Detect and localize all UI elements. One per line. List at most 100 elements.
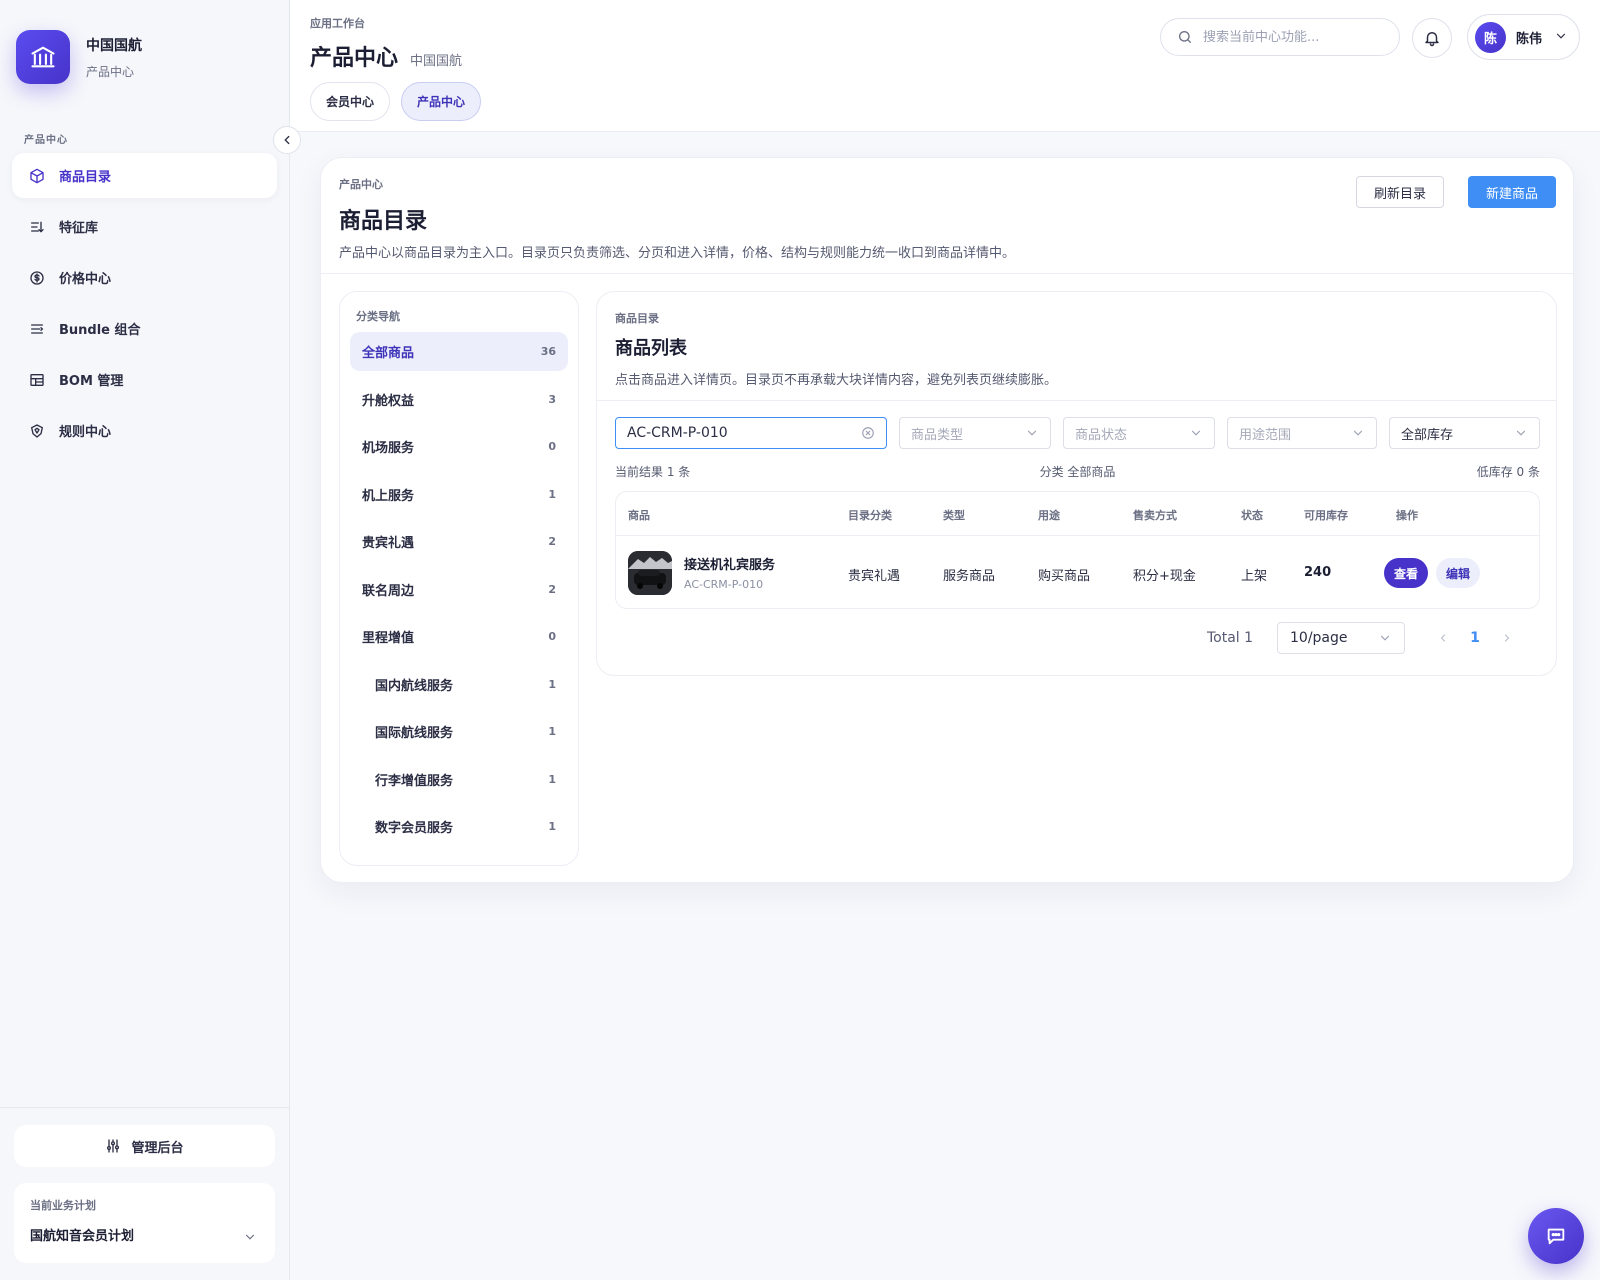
product-type-select[interactable]: 商品类型: [899, 417, 1051, 449]
subcategory-item[interactable]: 数字会员服务 1: [350, 807, 568, 846]
chevron-right-icon: [1505, 634, 1510, 642]
category-label: 机场服务: [362, 441, 415, 456]
section-label: 产品中心: [339, 178, 383, 191]
category-label: 机上服务: [362, 488, 415, 504]
select-placeholder: 商品状态: [1075, 427, 1128, 443]
category-label: 国内航线服务: [375, 678, 454, 694]
stock-select[interactable]: 全部库存: [1389, 417, 1540, 449]
sidebar-item-features[interactable]: 特征库: [12, 204, 277, 249]
page-size-select[interactable]: 10/page: [1277, 622, 1405, 654]
catalog-card: 产品中心 商品目录 产品中心以商品目录为主入口。目录页只负责筛选、分页和进入详情…: [320, 157, 1574, 883]
top-header: 应用工作台 产品中心 中国国航 会员中心 产品中心 陈 陈伟: [290, 0, 1600, 132]
brand-name: 中国国航: [86, 37, 142, 54]
divider: [321, 273, 1573, 274]
list-title: 商品列表: [615, 338, 687, 359]
bell-icon: [1425, 32, 1439, 47]
low-stock-count: 低库存 0 条: [1476, 465, 1540, 479]
sliders-icon: [107, 1139, 120, 1153]
search-icon: [1179, 31, 1191, 43]
category-count: 1: [548, 677, 556, 691]
next-page-button[interactable]: [1491, 632, 1523, 644]
usage-scope-select[interactable]: 用途范围: [1227, 417, 1377, 449]
plan-selector[interactable]: 当前业务计划 国航知音会员计划: [14, 1183, 275, 1263]
product-name[interactable]: 接送机礼宾服务: [684, 554, 775, 573]
column-header: 目录分类: [848, 509, 892, 522]
category-panel-label: 分类导航: [356, 310, 400, 323]
sidebar-item-bundle[interactable]: Bundle 组合: [12, 306, 277, 351]
category-label: 数字会员服务: [375, 821, 454, 836]
category-item[interactable]: 机场服务 0: [350, 427, 568, 466]
sidebar-item-pricing[interactable]: 价格中心: [12, 255, 277, 300]
center-tabs: 会员中心 产品中心: [310, 82, 492, 121]
category-item[interactable]: 联名周边 2: [350, 570, 568, 609]
product-status-select[interactable]: 商品状态: [1063, 417, 1215, 449]
page-title: 产品中心: [310, 46, 399, 71]
category-item[interactable]: 全部商品 36: [350, 332, 568, 371]
category-item[interactable]: 升舱权益 3: [350, 380, 568, 419]
category-count: 1: [548, 772, 556, 786]
sidebar-item-catalog[interactable]: 商品目录: [12, 153, 277, 198]
breadcrumb[interactable]: 应用工作台: [310, 15, 365, 31]
view-button[interactable]: 查看: [1384, 558, 1428, 588]
product-type: 服务商品: [943, 569, 996, 584]
sidebar-item-bom[interactable]: BOM 管理: [12, 357, 277, 402]
pagination: Total 1 10/page 1: [1207, 622, 1537, 654]
category-count: 0: [548, 440, 556, 453]
category-item[interactable]: 贵宾礼遇 2: [350, 522, 568, 561]
sidebar-nav: 商品目录 特征库 价格中心 Bundle 组合 BOM 管理 规则中心: [12, 153, 277, 459]
refresh-catalog-button[interactable]: 刷新目录: [1356, 176, 1444, 208]
notifications-button[interactable]: [1412, 18, 1452, 58]
clear-icon[interactable]: [861, 426, 875, 440]
subcategory-item[interactable]: 国际航线服务 1: [350, 712, 568, 751]
category-label: 联名周边: [362, 583, 415, 599]
edit-button[interactable]: 编辑: [1436, 558, 1480, 588]
sidebar-collapse-button[interactable]: [273, 126, 301, 154]
column-header: 售卖方式: [1133, 509, 1177, 522]
tab-member-center[interactable]: 会员中心: [310, 82, 391, 121]
subcategory-item[interactable]: 国内航线服务 1: [350, 665, 568, 704]
column-header: 操作: [1396, 509, 1418, 522]
product-search-input[interactable]: AC-CRM-P-010: [615, 417, 887, 449]
admin-button-label: 管理后台: [131, 1140, 184, 1156]
search-input[interactable]: [1203, 29, 1383, 45]
product-stock: 240: [1304, 565, 1332, 580]
list-icon: [28, 320, 46, 338]
page-size-value: 10/page: [1290, 630, 1348, 646]
chat-button[interactable]: [1528, 1208, 1584, 1264]
chat-icon: [1547, 1228, 1565, 1245]
prev-page-button[interactable]: [1427, 632, 1459, 644]
table-row[interactable]: 接送机礼宾服务 AC-CRM-P-010 贵宾礼遇 服务商品 购买商品 积分+现…: [616, 536, 1539, 608]
category-count: 2: [548, 582, 556, 596]
user-menu[interactable]: 陈 陈伟: [1467, 14, 1580, 60]
product-category: 贵宾礼遇: [848, 569, 901, 584]
sidebar-item-rules[interactable]: 规则中心: [12, 408, 277, 453]
user-name: 陈伟: [1516, 31, 1543, 47]
nav-section-label: 产品中心: [24, 135, 68, 146]
category-item[interactable]: 里程增值 0: [350, 617, 568, 656]
brand: 中国国航 产品中心: [16, 30, 142, 84]
column-header: 商品: [628, 509, 650, 522]
category-panel: 分类导航 全部商品 36 升舱权益 3 机场服务 0 机上服务 1 贵宾礼遇 2: [339, 291, 579, 866]
product-table: 商品 目录分类 类型 用途 售卖方式 状态 可用库存 操作 接送机礼宾服务 AC…: [615, 491, 1540, 609]
sidebar-item-label: 规则中心: [59, 425, 112, 440]
divider: [597, 400, 1556, 401]
category-item[interactable]: 机上服务 1: [350, 475, 568, 514]
product-list-panel: 商品目录 商品列表 点击商品进入详情页。目录页不再承载大块详情内容，避免列表页继…: [596, 291, 1557, 676]
tab-product-center[interactable]: 产品中心: [401, 82, 482, 121]
admin-button[interactable]: 管理后台: [14, 1125, 275, 1167]
page-number[interactable]: 1: [1459, 630, 1491, 646]
category-count: 36: [540, 345, 556, 358]
list-label: 商品目录: [615, 312, 659, 325]
new-product-button[interactable]: 新建商品: [1468, 176, 1556, 208]
table-header: 商品 目录分类 类型 用途 售卖方式 状态 可用库存 操作: [616, 492, 1539, 536]
chevron-down-icon: [1353, 430, 1363, 436]
result-count: 当前结果 1 条: [615, 465, 691, 479]
search-value: AC-CRM-P-010: [627, 425, 728, 441]
page-subtitle: 中国国航: [410, 54, 463, 69]
chevron-down-icon: [1516, 430, 1526, 436]
column-header: 类型: [943, 509, 965, 522]
subcategory-item[interactable]: 行李增值服务 1: [350, 760, 568, 799]
category-label: 里程增值: [362, 631, 415, 646]
category-count: 3: [548, 392, 556, 406]
list-description: 点击商品进入详情页。目录页不再承载大块详情内容，避免列表页继续膨胀。: [615, 373, 1058, 388]
